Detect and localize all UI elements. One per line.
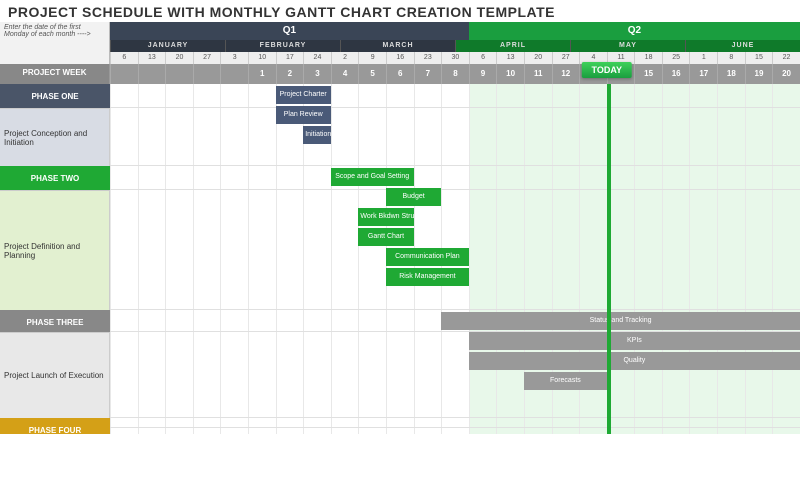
timeline-header: Enter the date of the first Monday of ea… <box>0 22 800 84</box>
date-cell: 13 <box>138 52 166 64</box>
timeline-columns: Q1Q2JANUARYFEBRUARYMARCHAPRILMAYJUNE6132… <box>110 22 800 84</box>
month-cell: JUNE <box>685 40 800 52</box>
gantt-container: Enter the date of the first Monday of ea… <box>0 22 800 500</box>
gantt-bar[interactable]: Gantt Chart <box>358 228 413 246</box>
week-cell: 11 <box>524 64 552 84</box>
month-cell: FEBRUARY <box>225 40 340 52</box>
week-cell <box>138 64 166 84</box>
week-cell: 12 <box>552 64 580 84</box>
quarter-cell: Q2 <box>469 22 800 40</box>
date-cell: 27 <box>552 52 580 64</box>
phase-subtitle: Project Launch of Execution <box>0 332 110 418</box>
date-cell: 20 <box>165 52 193 64</box>
date-cell: 1 <box>689 52 717 64</box>
week-cell <box>193 64 221 84</box>
phase-task-area <box>110 108 800 166</box>
month-cell: JANUARY <box>110 40 225 52</box>
week-cell <box>165 64 193 84</box>
phase-subtitle: Project Definition and Planning <box>0 190 110 310</box>
gantt-bar[interactable]: Work Bkdwn Structure <box>358 208 413 226</box>
date-cell: 15 <box>745 52 773 64</box>
gantt-bar[interactable]: Forecasts <box>524 372 607 390</box>
week-cell: 15 <box>634 64 662 84</box>
gantt-bar[interactable]: Budget <box>386 188 441 206</box>
week-cell <box>220 64 248 84</box>
date-cell: 6 <box>469 52 497 64</box>
gantt-bar[interactable]: Status and Tracking <box>441 312 800 330</box>
week-cell: 9 <box>469 64 497 84</box>
week-cell: 3 <box>303 64 331 84</box>
date-cell: 18 <box>634 52 662 64</box>
date-cell: 30 <box>441 52 469 64</box>
date-cell: 20 <box>524 52 552 64</box>
date-entry-note: Enter the date of the first Monday of ea… <box>0 22 110 64</box>
week-cell: 17 <box>689 64 717 84</box>
date-cell: 22 <box>772 52 800 64</box>
week-cell: 16 <box>662 64 690 84</box>
gantt-chart-area: Project Charter Plan Review Initiation Scop… <box>110 84 800 434</box>
gantt-bar[interactable]: KPIs <box>469 332 800 350</box>
week-cell: 7 <box>414 64 442 84</box>
phase-subtitle: Project Conception and Initiation <box>0 108 110 166</box>
date-cell: 13 <box>496 52 524 64</box>
date-cell: 23 <box>414 52 442 64</box>
date-row: 6132027310172429162330613202741118251815… <box>110 52 800 64</box>
date-cell: 24 <box>303 52 331 64</box>
date-cell: 25 <box>662 52 690 64</box>
date-cell: 6 <box>110 52 138 64</box>
phase-header-row <box>110 84 800 108</box>
gantt-bar[interactable]: Quality <box>469 352 800 370</box>
week-cell: 19 <box>745 64 773 84</box>
gantt-bar[interactable]: Communication Plan <box>386 248 469 266</box>
date-cell: 9 <box>358 52 386 64</box>
week-cell: 20 <box>772 64 800 84</box>
month-cell: MAY <box>570 40 685 52</box>
week-cell: 1 <box>248 64 276 84</box>
today-marker-line <box>607 84 611 434</box>
gantt-body: PHASE ONEProject Conception and Initiati… <box>0 84 800 434</box>
month-cell: APRIL <box>455 40 570 52</box>
week-cell: 8 <box>441 64 469 84</box>
week-cell: 10 <box>496 64 524 84</box>
phase-header: PHASE ONE <box>0 84 110 108</box>
gantt-bar[interactable]: Risk Management <box>386 268 469 286</box>
quarter-row: Q1Q2 <box>110 22 800 40</box>
project-week-label: PROJECT WEEK <box>0 64 110 84</box>
week-row: 1234567891011121314151617181920 <box>110 64 800 84</box>
date-cell: 2 <box>331 52 359 64</box>
sidebar-header: Enter the date of the first Monday of ea… <box>0 22 110 84</box>
week-cell: 18 <box>717 64 745 84</box>
gantt-bar[interactable]: Plan Review <box>276 106 331 124</box>
date-cell: 27 <box>193 52 221 64</box>
week-cell: 2 <box>276 64 304 84</box>
date-cell: 8 <box>717 52 745 64</box>
page-title: PROJECT SCHEDULE WITH MONTHLY GANTT CHAR… <box>0 0 800 24</box>
date-cell: 3 <box>220 52 248 64</box>
phase-header: PHASE TWO <box>0 166 110 190</box>
week-cell <box>110 64 138 84</box>
week-cell: 5 <box>358 64 386 84</box>
phase-header-row <box>110 166 800 190</box>
gantt-bar[interactable]: Project Charter <box>276 86 331 104</box>
phase-header: PHASE THREE <box>0 310 110 332</box>
quarter-cell: Q1 <box>110 22 469 40</box>
date-cell: 10 <box>248 52 276 64</box>
month-cell: MARCH <box>340 40 455 52</box>
phase-sidebar: PHASE ONEProject Conception and Initiati… <box>0 84 110 434</box>
month-row: JANUARYFEBRUARYMARCHAPRILMAYJUNE <box>110 40 800 52</box>
date-cell: 17 <box>276 52 304 64</box>
phase-header-row <box>110 418 800 428</box>
phase-header: PHASE FOUR <box>0 418 110 434</box>
gantt-bar[interactable]: Scope and Goal Setting <box>331 168 414 186</box>
gantt-bar[interactable]: Initiation <box>303 126 331 144</box>
week-cell: 6 <box>386 64 414 84</box>
today-label: TODAY <box>582 62 633 78</box>
week-cell: 4 <box>331 64 359 84</box>
date-cell: 16 <box>386 52 414 64</box>
